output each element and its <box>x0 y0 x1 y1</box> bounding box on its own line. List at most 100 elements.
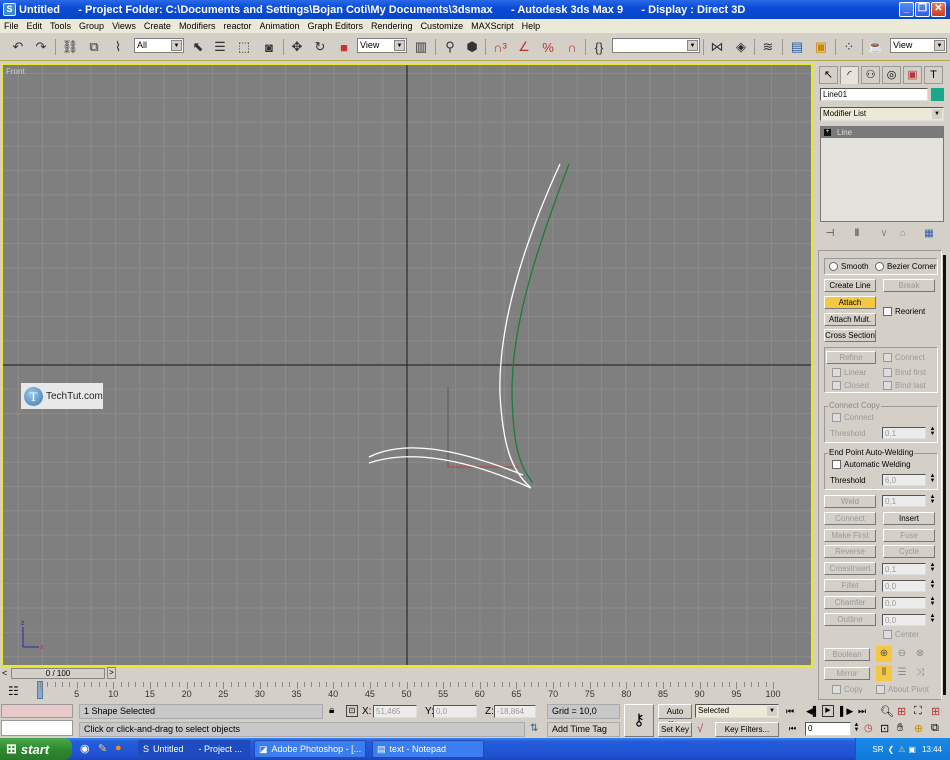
attach-button[interactable]: Attach <box>824 296 876 309</box>
keyboard-shortcut-icon[interactable]: ⬢ <box>462 37 482 57</box>
prev-frame-arrow[interactable]: < <box>2 668 7 678</box>
y-coordinate-field[interactable]: 0,0 <box>433 705 477 718</box>
add-time-tag-button[interactable]: Add Time Tag <box>547 722 620 737</box>
zoom-icon[interactable]: 🔍︎ <box>880 705 894 718</box>
track-bar[interactable]: ☷ 5 10 15 20 25 30 35 40 45 50 55 60 65 70 75 80 85 90 95 1… <box>0 681 816 703</box>
remove-modifier-icon[interactable]: ⌂ <box>895 226 911 242</box>
warning-tray-icon[interactable]: ⚠ <box>898 745 905 754</box>
edit-named-selection-icon[interactable]: {} <box>589 37 609 57</box>
crossinsert-field[interactable]: 0,1 <box>882 563 926 575</box>
mirror-vertical-icon[interactable]: ☰ <box>894 665 910 681</box>
fillet-field[interactable]: 0,0 <box>882 580 926 592</box>
weld-button[interactable]: Weld <box>824 495 876 508</box>
menu-file[interactable]: File <box>4 21 19 31</box>
material-editor-icon[interactable]: ⁘ <box>839 37 859 57</box>
language-indicator[interactable]: SR <box>872 745 883 754</box>
taskbar-item-photoshop[interactable]: ◪ Adobe Photoshop - [... <box>254 740 366 758</box>
menu-tools[interactable]: Tools <box>50 21 71 31</box>
panel-scrollbar[interactable] <box>943 255 946 695</box>
default-tangents-icon[interactable]: √ <box>697 723 703 735</box>
mirror-both-icon[interactable]: ⤨ <box>912 665 928 681</box>
menu-views[interactable]: Views <box>112 21 136 31</box>
spinner-icon[interactable]: ▲ ▼ <box>928 426 937 438</box>
snap-3d-icon[interactable]: ∩³ <box>490 37 510 57</box>
mirror-button[interactable]: Mirror <box>824 667 870 680</box>
play-icon[interactable]: ▶ <box>822 705 834 717</box>
boolean-union-icon[interactable]: ⊕ <box>876 646 892 662</box>
boolean-subtract-icon[interactable]: ⊖ <box>894 646 910 662</box>
spinner-icon[interactable]: ▲ ▼ <box>928 613 937 625</box>
spinner-icon[interactable]: ▲ ▼ <box>928 562 937 574</box>
go-to-start-icon[interactable]: ⏮ <box>786 706 794 717</box>
minimize-button[interactable]: _ <box>899 2 914 17</box>
menu-reactor[interactable]: reactor <box>223 21 251 31</box>
time-configuration-icon[interactable]: ◷ <box>864 723 873 734</box>
absolute-mode-icon[interactable]: ⊡ <box>346 705 358 717</box>
object-name-field[interactable]: Line01 <box>820 88 928 101</box>
next-frame-icon[interactable]: ▌▶ <box>840 706 853 717</box>
outline-field[interactable]: 0,0 <box>882 614 926 626</box>
select-by-name-icon[interactable]: ☰ <box>210 37 230 57</box>
spinner-icon[interactable]: ▲ ▼ <box>928 494 937 506</box>
outline-button[interactable]: Outline <box>824 613 876 626</box>
spline-line01-selected[interactable] <box>511 163 570 484</box>
cycle-button[interactable]: Cycle <box>883 545 935 558</box>
expand-icon[interactable]: + <box>824 129 831 136</box>
select-and-link-icon[interactable]: ⛓ <box>60 37 80 57</box>
modify-tab-icon[interactable]: ◜ <box>840 66 859 84</box>
viewport-label[interactable]: Front <box>6 67 25 76</box>
chamfer-field[interactable]: 0,0 <box>882 597 926 609</box>
spinner-icon[interactable]: ▲ ▼ <box>852 722 861 734</box>
move-icon[interactable]: ✥ <box>287 37 307 57</box>
scale-icon[interactable]: ■ <box>334 37 354 57</box>
arc-rotate-icon[interactable]: ⊕ <box>914 722 923 735</box>
ie-quicklaunch-icon[interactable]: ◉ <box>80 742 90 755</box>
make-first-button[interactable]: Make First <box>824 529 876 542</box>
automatic-welding-checkbox[interactable]: Automatic Welding <box>832 460 911 469</box>
taskbar-item-notepad[interactable]: ▤ text - Notepad <box>372 740 484 758</box>
previous-frame-icon[interactable]: ◀▌ <box>806 706 819 717</box>
auto-key-button[interactable]: Auto Key <box>658 704 692 729</box>
menu-group[interactable]: Group <box>79 21 104 31</box>
bezier-corner-radio[interactable]: Bezier Corner <box>875 262 936 271</box>
connect-checkbox[interactable]: Connect <box>883 353 925 362</box>
undo-icon[interactable]: ↶ <box>8 37 28 57</box>
bind-space-warp-icon[interactable]: ⌇ <box>108 37 128 57</box>
selection-filter-dropdown[interactable]: All ▼ <box>134 38 184 53</box>
spinner-icon[interactable]: ▲ ▼ <box>928 579 937 591</box>
spline-lower-arc-bottom[interactable] <box>368 456 532 489</box>
pivot-center-icon[interactable]: ▥ <box>411 37 431 57</box>
window-crossing-icon[interactable]: ◙ <box>259 37 279 57</box>
menu-rendering[interactable]: Rendering <box>371 21 413 31</box>
zoom-all-icon[interactable]: ⊞ <box>897 705 906 718</box>
utilities-tab-icon[interactable]: T <box>924 66 943 84</box>
time-tag-icon[interactable]: ⇅ <box>530 723 538 734</box>
named-selection-dropdown[interactable]: ▼ <box>612 38 700 53</box>
region-zoom-icon[interactable]: ⊡ <box>880 722 889 735</box>
percent-snap-icon[interactable]: % <box>538 37 558 57</box>
time-slider-thumb[interactable]: 0 / 100 <box>11 668 105 679</box>
modifier-list-dropdown[interactable]: Modifier List ▼ <box>820 107 944 121</box>
display-tab-icon[interactable]: ▣ <box>903 66 922 84</box>
align-icon[interactable]: ◈ <box>731 37 751 57</box>
pan-hand-icon[interactable]: ✋︎ <box>897 722 903 735</box>
unlink-icon[interactable]: ⧉ <box>84 37 104 57</box>
connect-copy-checkbox[interactable]: Connect <box>832 413 874 422</box>
curve-editor-icon[interactable]: ▤ <box>787 37 807 57</box>
motion-tab-icon[interactable]: ◎ <box>882 66 901 84</box>
closed-checkbox[interactable]: Closed <box>832 381 869 390</box>
key-filters-button[interactable]: Key Filters... <box>715 722 779 737</box>
cross-section-button[interactable]: Cross Section <box>824 329 876 342</box>
menu-modifiers[interactable]: Modifiers <box>179 21 216 31</box>
z-coordinate-field[interactable]: -18,864 <box>494 705 536 718</box>
reverse-button[interactable]: Reverse <box>824 545 876 558</box>
layer-manager-icon[interactable]: ≋ <box>758 37 778 57</box>
object-color-swatch[interactable] <box>931 88 944 101</box>
boolean-button[interactable]: Boolean <box>824 648 870 661</box>
mini-curve-editor-icon[interactable]: ☷ <box>8 684 19 698</box>
create-tab-icon[interactable]: ↖ <box>819 66 838 84</box>
key-mode-toggle-icon[interactable]: ⏮ <box>789 724 796 734</box>
copy-checkbox[interactable]: Copy <box>832 685 863 694</box>
select-object-icon[interactable]: ⬉ <box>188 37 208 57</box>
refine-button[interactable]: Refine <box>826 351 876 364</box>
